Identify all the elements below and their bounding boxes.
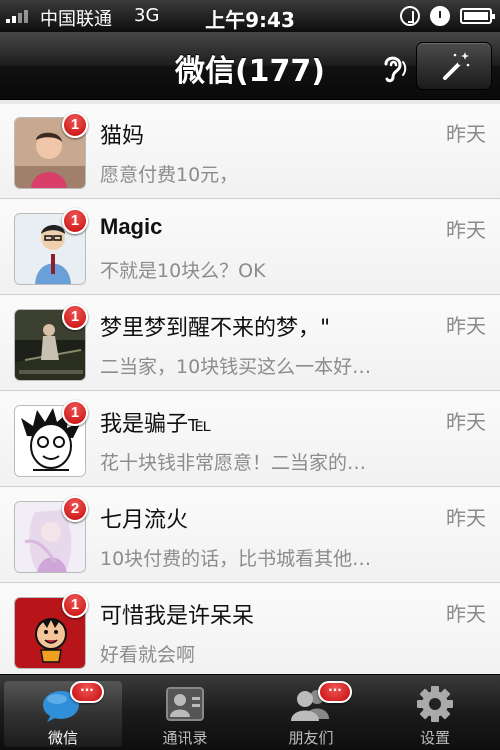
- chat-time: 昨天: [446, 506, 486, 530]
- navigation-bar: 微信(177): [0, 32, 500, 100]
- chat-time: 昨天: [446, 218, 486, 242]
- tab-label: 设置: [419, 729, 450, 747]
- battery-icon: [460, 8, 495, 24]
- alarm-icon: [430, 6, 450, 26]
- tab-contacts[interactable]: 通讯录: [126, 681, 244, 747]
- chat-item[interactable]: 1 可惜我是许呆呆 昨天 好看就会啊: [0, 584, 500, 679]
- unread-badge: 1: [62, 592, 88, 618]
- chat-preview: 10块付费的话，比书城看其他…: [100, 548, 372, 570]
- magic-wand-icon: [443, 52, 470, 80]
- rotation-lock-icon: [400, 6, 420, 26]
- gear-icon: [417, 686, 453, 722]
- chat-preview: 花十块钱非常愿意！二当家的…: [100, 452, 367, 474]
- tab-badge: ···: [70, 681, 104, 703]
- chat-name: 可惜我是许呆呆: [100, 604, 255, 629]
- chat-time: 昨天: [446, 410, 486, 434]
- magic-wand-button[interactable]: [416, 42, 492, 90]
- chat-preview: 二当家，10块钱买这么一本好…: [100, 356, 372, 378]
- chat-time: 昨天: [446, 122, 486, 146]
- chat-item[interactable]: 1 猫妈 昨天 愿意付费10元，: [0, 104, 500, 199]
- tab-weixin[interactable]: ··· 微信: [4, 681, 122, 747]
- chat-name: Magic: [100, 214, 163, 239]
- chat-preview: 愿意付费10元，: [100, 164, 239, 186]
- tab-badge: ···: [318, 681, 352, 703]
- unread-badge: 1: [62, 400, 88, 426]
- unread-badge: 1: [62, 304, 88, 330]
- chat-item[interactable]: 1 Magic 昨天 不就是10块么？OK: [0, 200, 500, 295]
- unread-badge: 1: [62, 112, 88, 138]
- unread-badge: 1: [62, 208, 88, 234]
- chat-item[interactable]: 1 我是骗子℡ 昨天 花十块钱非常愿意！二当家的…: [0, 392, 500, 487]
- tab-bar: ··· 微信 通讯录 ··· 朋友们 设置: [0, 674, 500, 750]
- chat-time: 昨天: [446, 602, 486, 626]
- unread-badge: 2: [62, 496, 88, 522]
- ear-icon[interactable]: [378, 52, 408, 84]
- chat-name: 猫妈: [100, 124, 145, 149]
- tab-label: 朋友们: [288, 729, 334, 747]
- tab-settings[interactable]: 设置: [376, 681, 494, 747]
- chat-item[interactable]: 1 梦里梦到醒不来的梦，" 昨天 二当家，10块钱买这么一本好…: [0, 296, 500, 391]
- tab-label: 微信: [47, 729, 78, 747]
- status-bar: 中国联通 3G 上午9:43: [0, 0, 500, 32]
- tab-friends[interactable]: ··· 朋友们: [252, 681, 370, 747]
- contacts-icon: [166, 687, 204, 721]
- chat-name: 七月流火: [100, 508, 189, 533]
- chat-preview: 不就是10块么？OK: [100, 260, 266, 282]
- chat-name: 梦里梦到醒不来的梦，": [100, 316, 331, 341]
- chat-preview: 好看就会啊: [100, 644, 196, 666]
- chat-name: 我是骗子℡: [100, 412, 212, 437]
- tab-label: 通讯录: [162, 729, 208, 747]
- chat-list: 1 猫妈 昨天 愿意付费10元， 1 Magic 昨天 不就是10块么？OK 1…: [0, 104, 500, 679]
- chat-item[interactable]: 2 七月流火 昨天 10块付费的话，比书城看其他…: [0, 488, 500, 583]
- chat-time: 昨天: [446, 314, 486, 338]
